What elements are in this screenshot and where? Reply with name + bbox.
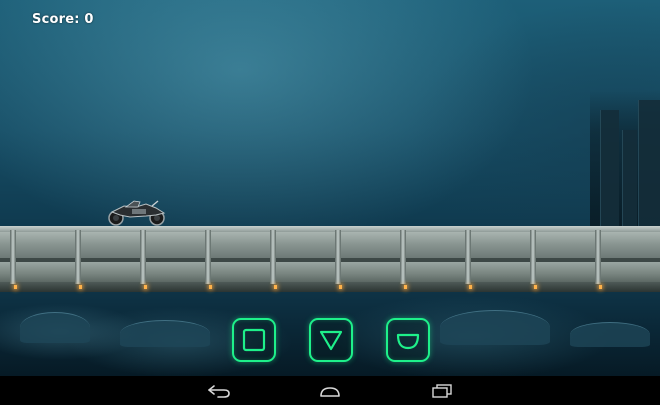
bridge-light (404, 285, 407, 289)
background-city-right (590, 90, 660, 230)
city-structure (440, 310, 550, 345)
bridge-seam (140, 230, 146, 284)
system-navigation-bar (0, 376, 660, 405)
bridge-seam (335, 230, 341, 284)
bridge-seam (465, 230, 471, 284)
bridge-light (599, 285, 602, 289)
city-structure (570, 322, 650, 347)
background-tower (638, 100, 660, 230)
bridge-light (79, 285, 82, 289)
down-triangle-icon (319, 330, 343, 351)
bridge-track (0, 226, 660, 292)
bridge-light (209, 285, 212, 289)
bridge-light (469, 285, 472, 289)
nav-home-button[interactable] (308, 379, 352, 403)
bridge-seam (400, 230, 406, 284)
recent-apps-icon (432, 384, 452, 398)
bridge-seam (270, 230, 276, 284)
bridge-seam (75, 230, 81, 284)
action-button-square[interactable] (232, 318, 276, 362)
player-motorcycle (106, 198, 168, 226)
background-tower (622, 130, 637, 230)
bridge-seam (205, 230, 211, 284)
bridge-seam (530, 230, 536, 284)
bridge-seam (10, 230, 16, 284)
score-label: Score: 0 (32, 12, 94, 27)
bridge-panel-upper (0, 232, 660, 258)
city-structure (20, 312, 90, 343)
action-button-bowl[interactable] (386, 318, 430, 362)
bridge-light (14, 285, 17, 289)
game-screen[interactable]: Score: 0 (0, 0, 660, 405)
bridge-light (144, 285, 147, 289)
bridge-light (534, 285, 537, 289)
nav-recent-apps-button[interactable] (420, 379, 464, 403)
motorcycle-icon (108, 200, 166, 226)
bridge-seam (595, 230, 601, 284)
game-scene[interactable]: Score: 0 (0, 0, 660, 376)
bridge-panel-lower (0, 262, 660, 282)
home-icon (320, 387, 340, 397)
bridge-light (339, 285, 342, 289)
nav-back-button[interactable] (197, 379, 241, 403)
back-arrow-icon (208, 385, 230, 398)
action-button-down[interactable] (309, 318, 353, 362)
background-tower (600, 110, 619, 230)
city-structure (120, 320, 210, 347)
square-icon (242, 328, 266, 352)
bridge-light (274, 285, 277, 289)
bowl-icon (396, 333, 420, 350)
bridge-base (0, 282, 660, 292)
